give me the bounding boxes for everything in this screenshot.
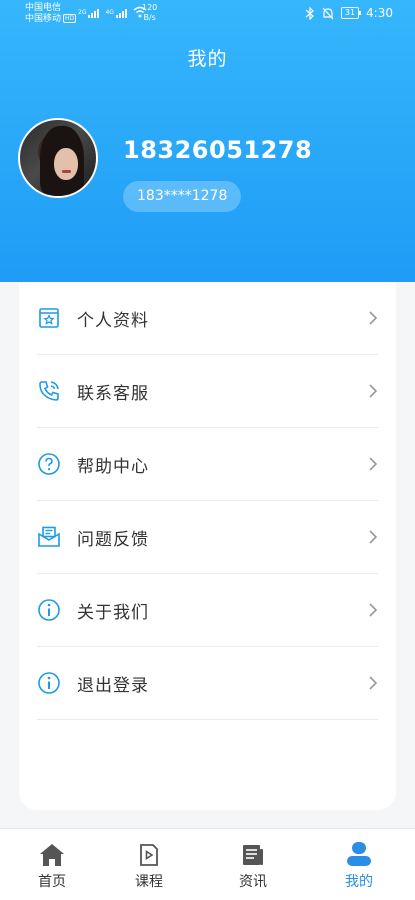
menu-item-logout[interactable]: 退出登录: [37, 647, 378, 720]
tab-label: 我的: [345, 874, 373, 890]
status-bar: 中国电信 中国移动 HD 2G 4G 120 B/s 31 4:30: [0, 0, 415, 30]
avatar[interactable]: [18, 118, 98, 198]
chevron-right-icon: [369, 676, 378, 690]
bluetooth-icon: [305, 6, 314, 20]
page-title: 我的: [187, 48, 228, 70]
home-icon: [22, 839, 82, 867]
menu-item-label: 个人资料: [77, 310, 149, 331]
news-icon: [223, 839, 283, 867]
tab-label: 首页: [38, 874, 66, 890]
chevron-right-icon: [369, 603, 378, 617]
network-type-1: 2G: [78, 9, 87, 16]
status-time: 4:30: [366, 6, 393, 20]
menu-item-help[interactable]: 帮助中心: [37, 428, 378, 501]
menu-item-label: 关于我们: [77, 602, 149, 623]
signal-indicators: 2G 4G: [78, 6, 147, 18]
carrier-1: 中国电信: [25, 3, 62, 13]
status-right: 31 4:30: [305, 6, 393, 20]
help-icon: [37, 452, 61, 476]
hd-badge: HD: [63, 14, 77, 23]
speed-unit: B/s: [143, 13, 156, 22]
tab-label: 资讯: [239, 874, 267, 890]
carrier-info: 中国电信 中国移动 HD: [25, 3, 77, 25]
tab-mine[interactable]: 我的: [329, 839, 389, 891]
tab-home[interactable]: 首页: [22, 839, 82, 891]
menu-item-customer-service[interactable]: 联系客服: [37, 355, 378, 428]
chevron-right-icon: [369, 457, 378, 471]
phone-badge: 183****1278: [123, 181, 242, 212]
phone-icon: [37, 379, 61, 403]
network-speed: 120 B/s: [142, 3, 157, 23]
chevron-right-icon: [369, 384, 378, 398]
chevron-right-icon: [369, 530, 378, 544]
user-icon: [329, 839, 389, 867]
menu-item-label: 问题反馈: [77, 529, 149, 550]
tab-course[interactable]: 课程: [119, 839, 179, 891]
tab-news[interactable]: 资讯: [223, 839, 283, 891]
bottom-tab-bar: 首页 课程 资讯 我的: [0, 828, 415, 900]
battery-icon: 31: [340, 7, 362, 19]
menu-item-about[interactable]: 关于我们: [37, 574, 378, 647]
signal-icon: 4G: [105, 9, 127, 18]
signal-icon: 2G: [78, 9, 100, 18]
menu-item-label: 帮助中心: [77, 456, 149, 477]
menu-item-feedback[interactable]: 问题反馈: [37, 501, 378, 574]
course-icon: [119, 839, 179, 867]
info-icon: [37, 671, 61, 695]
user-name: 18326051278: [123, 136, 313, 164]
mute-bell-icon: [322, 7, 334, 19]
tab-label: 课程: [135, 874, 163, 890]
carrier-2: 中国移动: [25, 14, 62, 24]
menu-item-label: 联系客服: [77, 383, 149, 404]
speed-value: 120: [142, 3, 158, 12]
menu-item-profile[interactable]: 个人资料: [37, 282, 378, 355]
menu-item-label: 退出登录: [77, 675, 149, 696]
profile-card-icon: [37, 306, 61, 330]
feedback-mail-icon: [37, 525, 61, 549]
chevron-right-icon: [369, 311, 378, 325]
info-icon: [37, 598, 61, 622]
network-type-2: 4G: [105, 9, 114, 16]
menu-card: 个人资料 联系客服 帮助中心 问题反馈 关于我们 退出登录: [19, 282, 396, 810]
